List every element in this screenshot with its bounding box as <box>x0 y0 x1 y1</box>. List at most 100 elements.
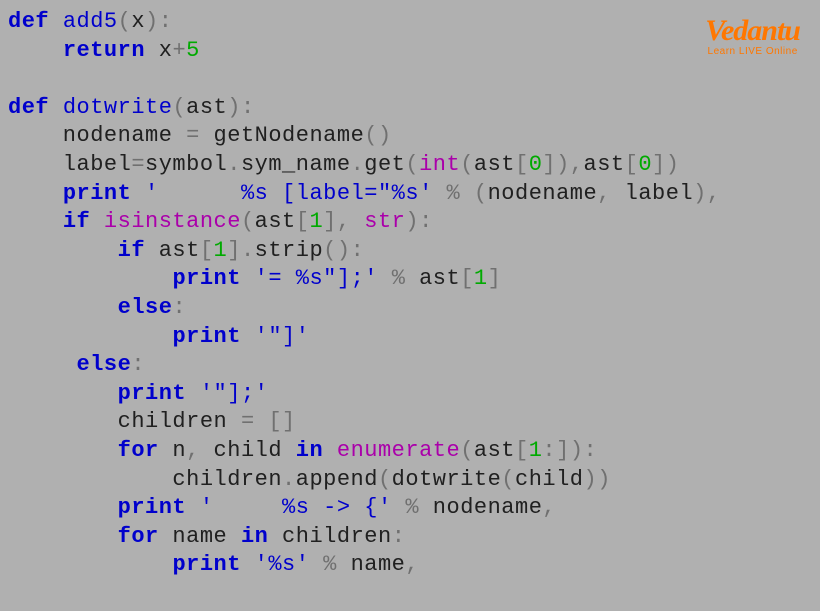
code-token: [ <box>625 152 639 177</box>
code-token: def <box>8 95 49 120</box>
code-token: ]) <box>652 152 679 177</box>
code-token: : <box>392 524 406 549</box>
code-token: n <box>159 438 186 463</box>
code-token: ( <box>241 209 255 234</box>
code-token: 1 <box>309 209 323 234</box>
code-token: . <box>241 238 255 263</box>
code-token: % <box>405 495 419 520</box>
code-token: : <box>419 209 433 234</box>
code-token: enumerate <box>337 438 460 463</box>
code-token: ast <box>405 266 460 291</box>
code-token: 0 <box>638 152 652 177</box>
code-token <box>186 495 200 520</box>
code-line: def add5(x): <box>8 8 812 37</box>
code-token: child <box>515 467 584 492</box>
code-token: ast <box>186 95 227 120</box>
code-token: nodename <box>488 181 598 206</box>
code-token: = <box>131 152 145 177</box>
code-token: % <box>392 266 406 291</box>
code-token: 1 <box>214 238 228 263</box>
code-token <box>309 552 323 577</box>
code-token: else <box>118 295 173 320</box>
code-line: if isinstance(ast[1], str): <box>8 208 812 237</box>
code-token: nodename <box>8 123 186 148</box>
code-token: x <box>131 9 145 34</box>
code-token: , <box>186 438 200 463</box>
code-token: , <box>597 181 611 206</box>
code-token: . <box>282 467 296 492</box>
code-token: dotwrite <box>63 95 173 120</box>
code-token <box>49 95 63 120</box>
code-token: print <box>172 324 241 349</box>
code-token <box>8 552 172 577</box>
code-token: : <box>159 9 173 34</box>
code-token: , <box>570 152 584 177</box>
code-line <box>8 65 812 94</box>
code-token: ) <box>145 9 159 34</box>
code-token: [ <box>515 438 529 463</box>
code-token: ) <box>405 209 419 234</box>
code-token: isinstance <box>104 209 241 234</box>
code-line: print ' %s -> {' % nodename, <box>8 494 812 523</box>
code-token: ) <box>227 95 241 120</box>
code-token: : <box>131 352 145 377</box>
code-line: print '"]' <box>8 323 812 352</box>
code-token: ) <box>693 181 707 206</box>
code-line: for name in children: <box>8 523 812 552</box>
code-token: str <box>364 209 405 234</box>
code-token <box>8 324 172 349</box>
code-line: else: <box>8 294 812 323</box>
logo-text: Vedantu <box>705 14 800 48</box>
code-token: '%s' <box>255 552 310 577</box>
code-token: name <box>337 552 406 577</box>
code-line: else: <box>8 351 812 380</box>
code-token: : <box>584 438 598 463</box>
code-token: + <box>172 38 186 63</box>
code-token: dotwrite <box>392 467 502 492</box>
code-token: symbol <box>145 152 227 177</box>
code-token: 1 <box>529 438 543 463</box>
code-token: children <box>8 409 241 434</box>
code-token: ast <box>255 209 296 234</box>
code-token: def <box>8 9 49 34</box>
code-token: print <box>118 381 187 406</box>
code-token: ast <box>474 152 515 177</box>
code-token: strip <box>255 238 324 263</box>
code-token <box>8 524 118 549</box>
code-token: [ <box>200 238 214 263</box>
code-line: print '%s' % name, <box>8 551 812 580</box>
code-token <box>186 381 200 406</box>
code-token: [ <box>515 152 529 177</box>
code-token <box>8 181 63 206</box>
code-token: 5 <box>186 38 200 63</box>
code-token: ( <box>474 181 488 206</box>
code-line: print ' %s [label="%s' % (nodename, labe… <box>8 180 812 209</box>
code-token: . <box>351 152 365 177</box>
code-token: ( <box>378 467 392 492</box>
code-token: = <box>186 123 200 148</box>
code-token: = <box>241 409 255 434</box>
code-token <box>255 409 269 434</box>
code-token: name <box>159 524 241 549</box>
code-token: print <box>172 266 241 291</box>
code-token: : <box>172 295 186 320</box>
code-token <box>241 266 255 291</box>
code-token: in <box>296 438 323 463</box>
code-token: ast <box>584 152 625 177</box>
code-token: ast <box>474 438 515 463</box>
code-token: return <box>63 38 145 63</box>
code-token: label <box>611 181 693 206</box>
code-block: def add5(x): return x+5 def dotwrite(ast… <box>8 8 812 580</box>
code-line: nodename = getNodename() <box>8 122 812 151</box>
code-token: for <box>118 438 159 463</box>
code-token: '= %s"];' <box>255 266 378 291</box>
code-token <box>8 38 63 63</box>
code-token <box>460 181 474 206</box>
code-line: return x+5 <box>8 37 812 66</box>
code-token: ( <box>460 438 474 463</box>
code-token <box>8 381 118 406</box>
code-token: () <box>323 238 350 263</box>
code-token <box>351 209 365 234</box>
code-token: int <box>419 152 460 177</box>
code-line: label=symbol.sym_name.get(int(ast[0]),as… <box>8 151 812 180</box>
